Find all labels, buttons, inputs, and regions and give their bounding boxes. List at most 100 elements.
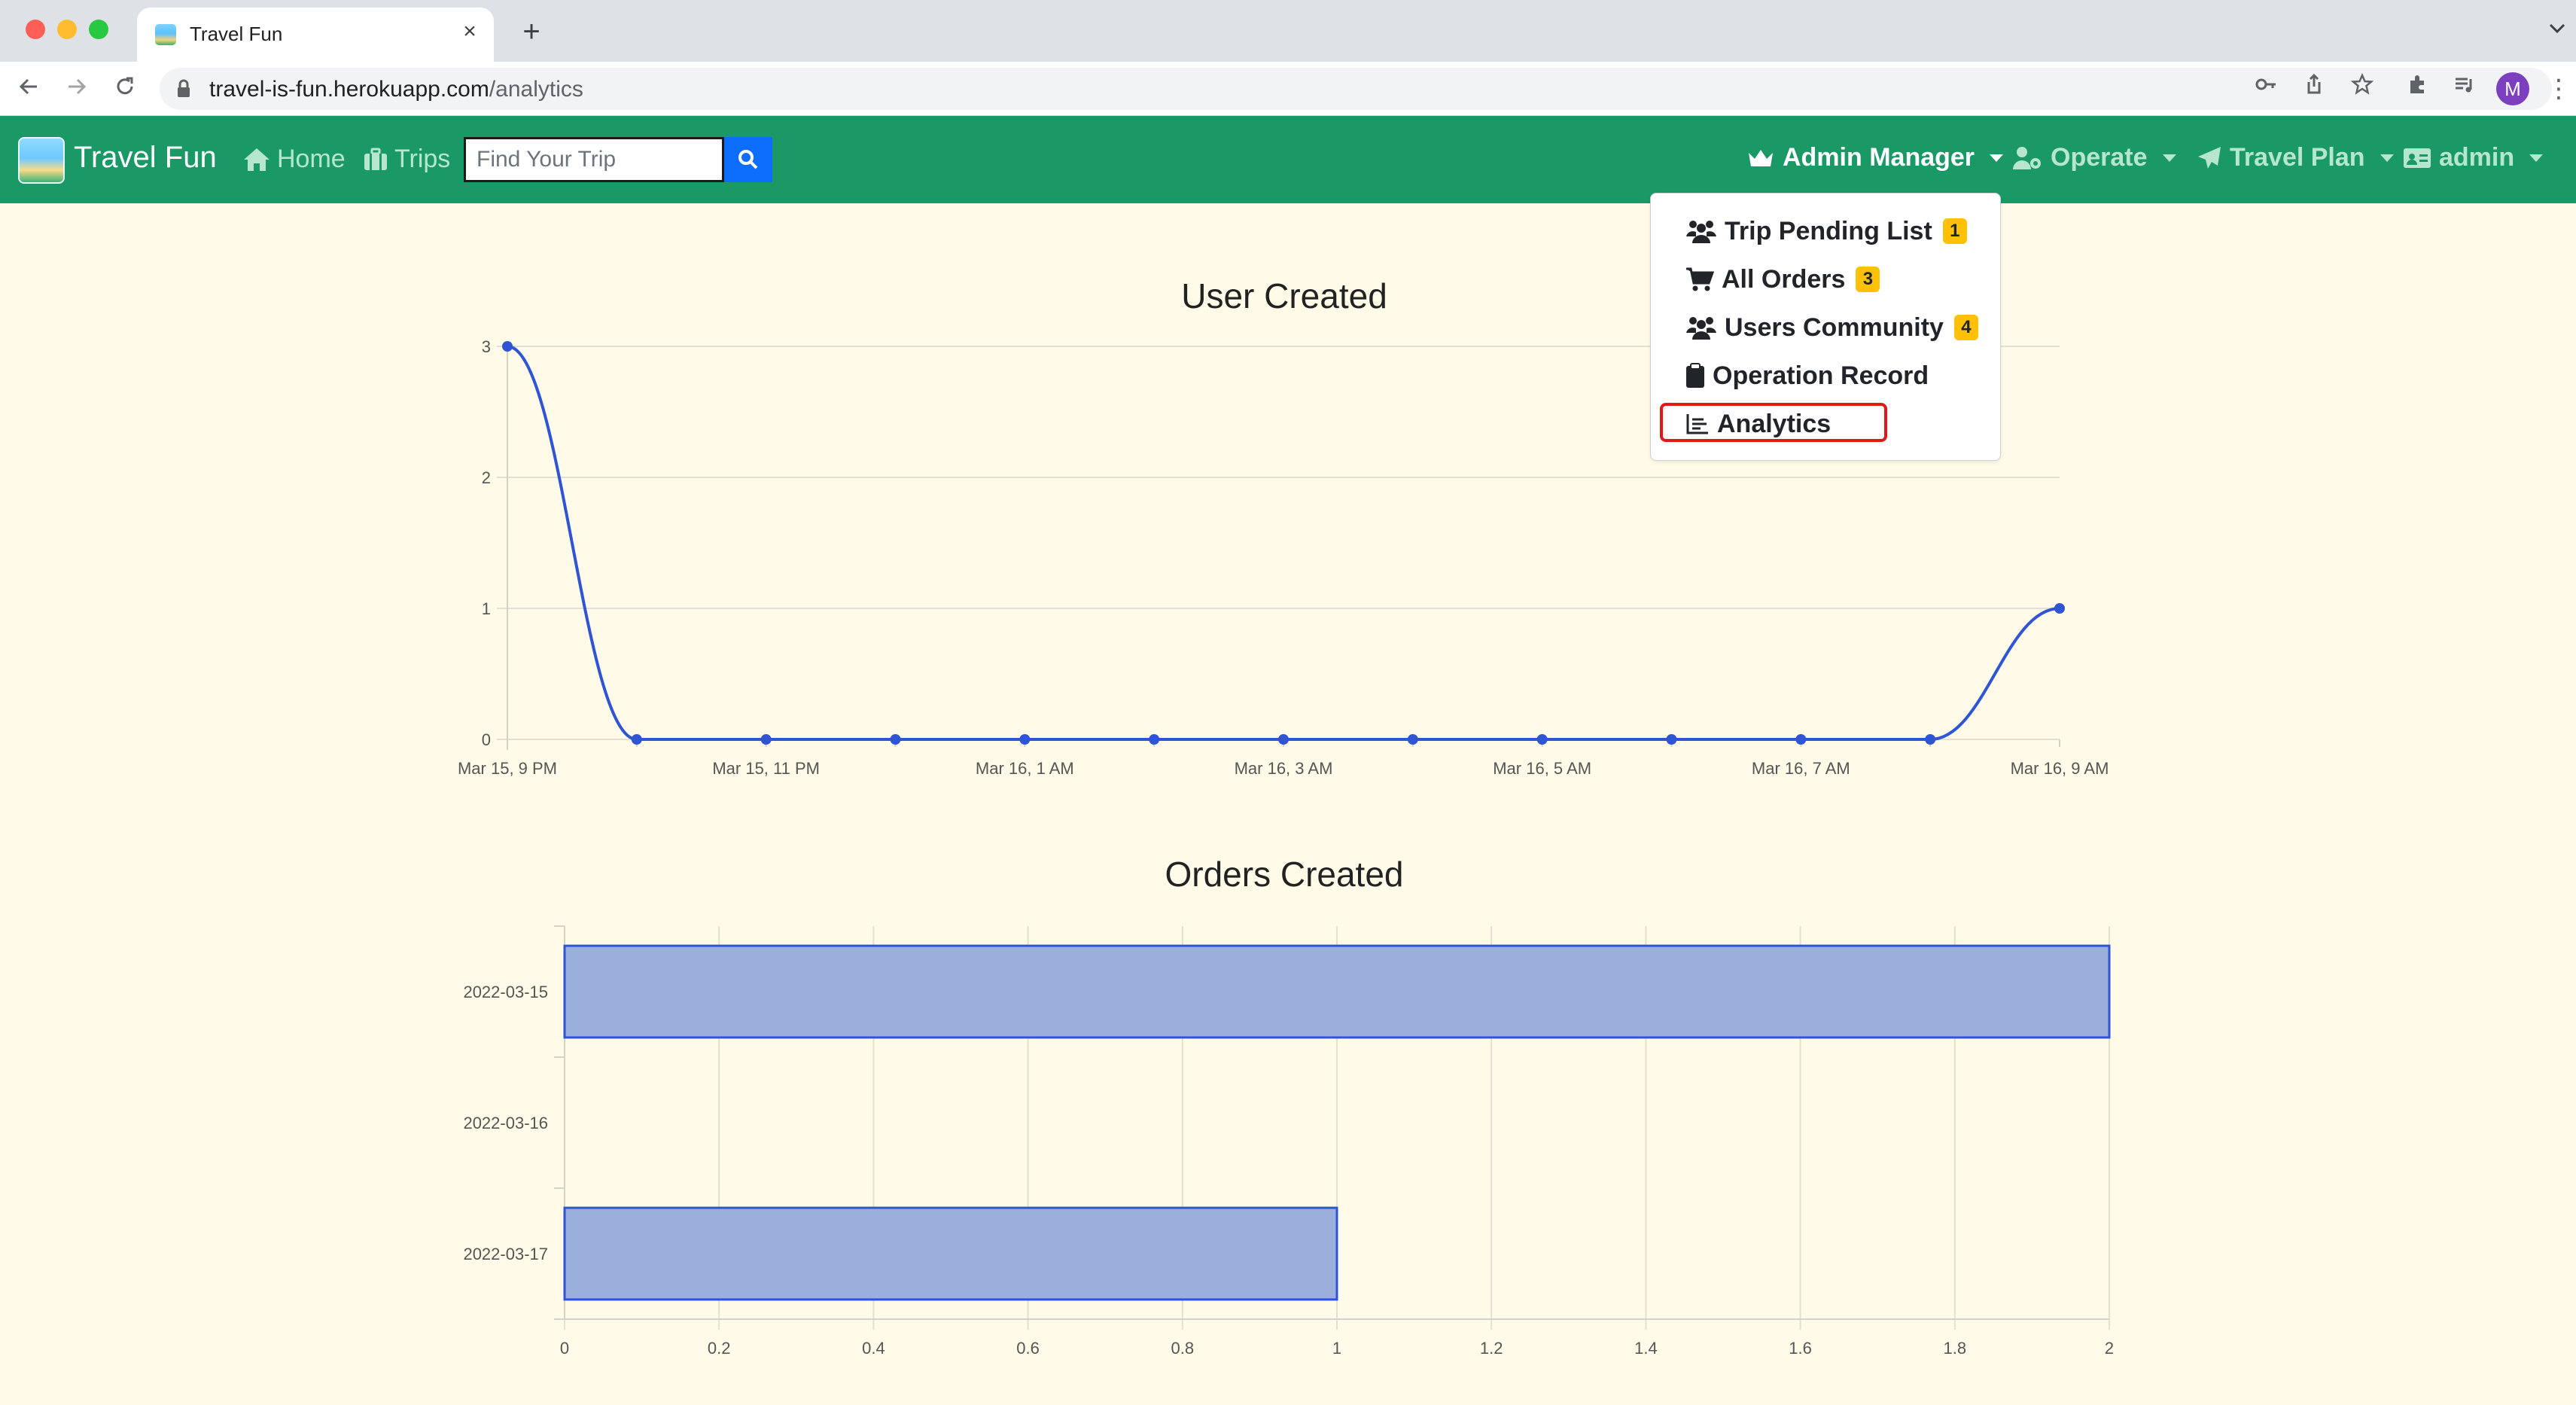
minimize-window-button[interactable] xyxy=(57,20,77,39)
chevron-down-icon xyxy=(2529,154,2544,162)
orders-created-chart-title: Orders Created xyxy=(1165,855,1404,894)
extensions-icon[interactable] xyxy=(2401,72,2434,105)
forward-arrow-icon[interactable] xyxy=(59,71,95,107)
travel-fun-logo-icon[interactable] xyxy=(18,137,65,184)
data-point xyxy=(890,734,901,745)
nav-trips-label: Trips xyxy=(394,145,451,173)
address-bar[interactable]: travel-is-fun.herokuapp.com/analytics xyxy=(160,68,2552,110)
nav-trips-link[interactable]: Trips xyxy=(363,145,450,174)
user-created-line-chart: 0 1 2 3 Mar 15, 9 PM Mar 15, 11 PM Mar 16, 1 A… xyxy=(458,337,2109,778)
users-count-badge: 4 xyxy=(1953,315,1978,340)
data-point xyxy=(760,734,772,745)
data-point xyxy=(1278,734,1289,745)
lock-icon xyxy=(178,79,190,97)
travel-plan-menu[interactable]: Travel Plan xyxy=(2197,143,2394,172)
search-button[interactable] xyxy=(724,137,772,182)
travel-plan-label: Travel Plan xyxy=(2230,143,2365,172)
user-label: admin xyxy=(2439,143,2515,172)
operate-menu[interactable]: Operate xyxy=(2011,143,2176,172)
data-point xyxy=(631,734,642,745)
suitcase-icon xyxy=(364,148,387,170)
y-tick-label: 2022-03-17 xyxy=(463,1245,548,1263)
x-tick-label: 1.4 xyxy=(1634,1339,1658,1358)
orders-created-bar-chart: 0 0.2 0.4 0.6 0.8 1 1.2 1.4 1.6 1.8 2 2022-03-15 202… xyxy=(463,925,2114,1358)
x-tick-label: Mar 16, 5 AM xyxy=(1493,759,1591,778)
bar-2022-03-15 xyxy=(563,944,2111,1039)
admin-manager-dropdown: Trip Pending List 1 All Orders 3 Users C… xyxy=(1650,193,2001,461)
analytics-highlight-box xyxy=(1660,403,1887,442)
pending-count-badge: 1 xyxy=(1942,218,1967,244)
new-tab-button[interactable]: + xyxy=(515,15,548,48)
x-tick-label: Mar 16, 3 AM xyxy=(1235,759,1333,778)
brand-name[interactable]: Travel Fun xyxy=(74,141,217,175)
chevron-down-icon xyxy=(1990,154,2004,162)
crown-icon xyxy=(1749,149,1773,166)
dropdown-item-operation-record[interactable]: Operation Record xyxy=(1685,358,1929,394)
x-tick-label: Mar 15, 11 PM xyxy=(712,759,820,778)
data-point xyxy=(502,341,513,352)
admin-manager-label: Admin Manager xyxy=(1783,143,1975,172)
data-point xyxy=(1407,734,1418,745)
close-window-button[interactable] xyxy=(26,20,45,39)
data-point xyxy=(1925,734,1936,745)
data-point xyxy=(1795,734,1807,745)
site-favicon-icon xyxy=(155,24,176,45)
data-point xyxy=(1666,734,1677,745)
media-queue-icon[interactable] xyxy=(2448,72,2481,105)
user-account-menu[interactable]: admin xyxy=(2403,143,2544,172)
paper-plane-icon xyxy=(2198,146,2221,169)
key-icon[interactable] xyxy=(2249,72,2282,105)
dropdown-item-label: All Orders xyxy=(1722,264,1846,294)
browser-tab[interactable]: Travel Fun × xyxy=(137,8,494,62)
users-icon xyxy=(1686,317,1716,340)
browser-toolbar: travel-is-fun.herokuapp.com/analytics M … xyxy=(0,62,2576,116)
bookmark-star-icon[interactable] xyxy=(2346,72,2379,105)
maximize-window-button[interactable] xyxy=(89,20,108,39)
admin-manager-menu[interactable]: Admin Manager xyxy=(1746,143,2004,172)
dropdown-item-label: Operation Record xyxy=(1713,361,1929,390)
x-tick-label: 1 xyxy=(1332,1339,1341,1358)
profile-avatar[interactable]: M xyxy=(2496,72,2529,105)
search-input[interactable] xyxy=(464,137,724,182)
home-icon xyxy=(244,148,269,171)
dropdown-item-users-community[interactable]: Users Community 4 xyxy=(1685,309,1978,346)
nav-home-link[interactable]: Home xyxy=(242,145,346,174)
chevron-down-icon xyxy=(2162,154,2176,162)
orders-count-badge: 3 xyxy=(1856,267,1880,292)
dropdown-item-all-orders[interactable]: All Orders 3 xyxy=(1685,261,1880,297)
x-tick-label: 0.4 xyxy=(862,1339,885,1358)
y-tick-label: 2 xyxy=(482,468,491,487)
x-tick-label: Mar 16, 1 AM xyxy=(976,759,1074,778)
dropdown-item-label: Users Community xyxy=(1725,312,1944,342)
x-tick-label: Mar 16, 9 AM xyxy=(2011,759,2109,778)
clipboard-icon xyxy=(1686,363,1704,388)
x-tick-label: 0.8 xyxy=(1171,1339,1195,1358)
y-tick-label: 2022-03-15 xyxy=(463,983,548,1001)
x-tick-label: Mar 15, 9 PM xyxy=(458,759,557,778)
users-icon xyxy=(1686,221,1716,243)
x-tick-label: 1.8 xyxy=(1944,1339,1967,1358)
dropdown-item-label: Trip Pending List xyxy=(1725,216,1932,245)
app-navbar: Travel Fun Home Trips Admin Manager Oper… xyxy=(0,116,2576,203)
back-arrow-icon[interactable] xyxy=(11,71,47,107)
share-icon[interactable] xyxy=(2297,72,2331,105)
dropdown-item-trip-pending-list[interactable]: Trip Pending List 1 xyxy=(1685,213,1967,249)
data-point xyxy=(1019,734,1031,745)
x-tick-label: 0 xyxy=(560,1339,569,1358)
x-tick-label: 1.6 xyxy=(1789,1339,1812,1358)
x-tick-label: Mar 16, 7 AM xyxy=(1752,759,1850,778)
user-gear-icon xyxy=(2013,146,2041,169)
x-tick-label: 2 xyxy=(2105,1339,2114,1358)
x-tick-label: 0.2 xyxy=(708,1339,731,1358)
data-point xyxy=(1149,734,1160,745)
tab-close-icon[interactable]: × xyxy=(456,18,483,45)
reload-icon[interactable] xyxy=(107,71,143,107)
tab-search-chevron-icon[interactable] xyxy=(2549,18,2565,39)
y-tick-label: 0 xyxy=(482,730,491,749)
browser-menu-icon[interactable]: ⋮ xyxy=(2546,72,2571,105)
nav-home-label: Home xyxy=(277,145,346,173)
browser-tab-bar: Travel Fun × + xyxy=(0,0,2576,62)
chevron-down-icon xyxy=(2380,154,2394,162)
x-tick-label: 0.6 xyxy=(1016,1339,1040,1358)
data-point xyxy=(2054,603,2065,614)
